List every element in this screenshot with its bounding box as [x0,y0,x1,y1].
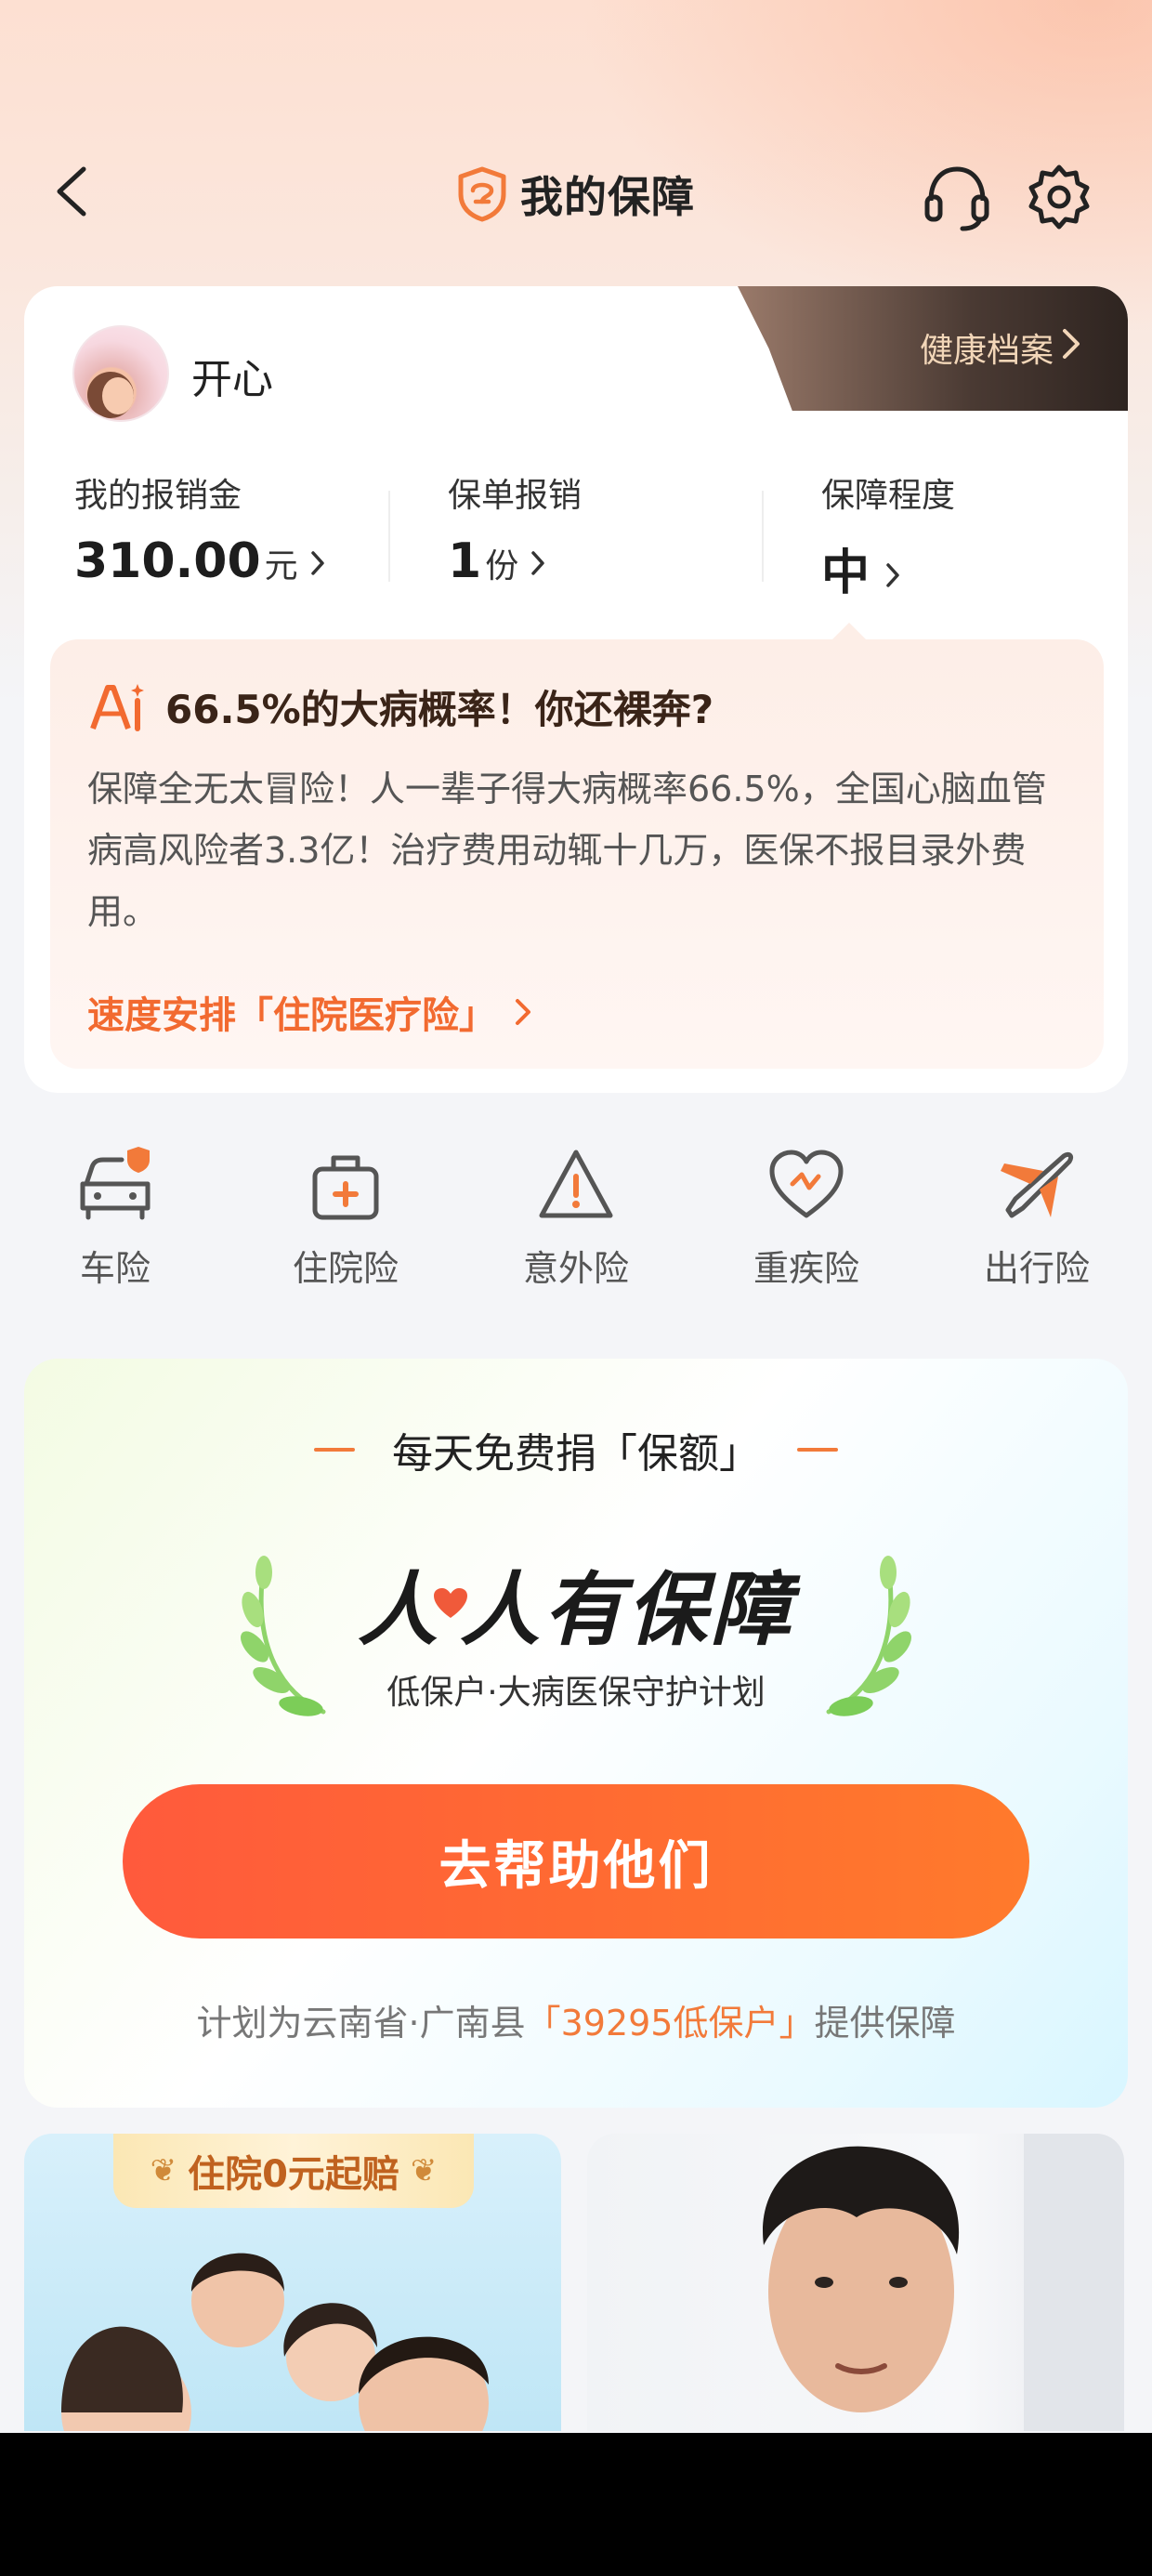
protection-summary-card: 健康档案 开心 我的报销金 310.00 元 保单报销 1 份 保障程度 中 6… [24,286,1128,1093]
category-label: 重疾险 [753,1248,859,1289]
button-label: 去帮助他们 [439,1835,713,1897]
username: 开心 [191,356,273,403]
footer-text: 提供保障 [814,2003,956,2044]
brand-text: 人有保障 [460,1564,794,1657]
stat-policies[interactable]: 保单报销 1 份 [448,468,801,589]
category-travel[interactable]: 出行险 [944,1143,1130,1310]
category-critical-illness[interactable]: 重疾险 [713,1143,899,1310]
stat-value: 中 [821,545,871,601]
chevron-right-icon [886,563,899,587]
tab-notch [747,411,1128,448]
brand-logo: 人 人有保障 [24,1544,1128,1661]
divider [762,491,764,582]
stat-label: 保障程度 [821,477,956,515]
category-label: 出行险 [983,1248,1090,1289]
chevron-right-icon [516,999,530,1025]
avatar[interactable] [72,325,169,422]
video-promo-card[interactable] [587,2134,1124,2431]
divider [388,491,390,582]
hospital-insurance-link[interactable]: 速度安排「住院医疗险」 [87,985,533,1039]
category-label: 住院险 [292,1248,399,1289]
help-them-button[interactable]: 去帮助他们 [123,1784,1029,1939]
donation-footer: 计划为云南省·广南县「39295低保户」提供保障 [24,1994,1128,2045]
page-title: 我的保障 [520,172,695,222]
ai-tip-title: 66.5%的大病概率！你还裸奔? [165,687,714,732]
settings-button[interactable] [1024,162,1094,232]
warning-icon [539,1150,613,1218]
shield-icon [458,166,506,222]
ai-tip-box[interactable]: 66.5%的大病概率！你还裸奔? 保障全无太冒险！人一辈子得大病概率66.5%，… [50,639,1104,1069]
health-record-label[interactable]: 健康档案 [920,323,1054,372]
plane-icon [1001,1151,1074,1218]
donation-heading: 每天免费捐「保额」 [392,1430,760,1478]
donation-card: 每天免费捐「保额」 人 人有保障 低保户·大病医保守护计划 去帮助他们 计划为云… [24,1359,1128,2108]
stat-unit: 元 [264,547,298,585]
divider [314,1448,355,1452]
insurance-categories: 车险 住院险 意外险 重疾险 出行险 [0,1143,1152,1310]
stat-label: 我的报销金 [74,477,242,515]
category-hospital[interactable]: 住院险 [253,1143,439,1310]
footer-highlight: 「39295低保户」 [525,2003,815,2044]
stat-reimbursement[interactable]: 我的报销金 310.00 元 [74,468,427,589]
customer-service-button[interactable] [922,162,992,232]
gear-icon [1028,164,1090,230]
chevron-right-icon [310,551,324,575]
chevron-right-icon [531,551,544,575]
stat-protection-level[interactable]: 保障程度 中 [821,468,1128,601]
donation-heading-row: 每天免费捐「保额」 [24,1420,1128,1479]
category-car[interactable]: 车险 [22,1143,208,1310]
divider [797,1448,838,1452]
nav-bar: 我的保障 [0,139,1152,251]
category-label: 意外险 [522,1248,629,1289]
brand-text: 人 [358,1564,441,1657]
heart-pulse-icon [769,1150,844,1218]
stat-unit: 份 [485,547,519,585]
stat-value: 310.00 [74,533,261,589]
ai-icon [90,684,144,731]
headset-icon [924,166,989,231]
car-icon [80,1147,151,1220]
tip-caret [831,623,868,641]
brand-subtitle: 低保户·大病医保守护计划 [386,1674,766,1712]
stat-value: 1 [448,533,482,589]
medical-kit-icon [312,1155,379,1220]
family-photo [61,2253,489,2431]
stat-label: 保单报销 [448,477,583,515]
chevron-right-icon [1063,329,1080,359]
category-accident[interactable]: 意外险 [483,1143,669,1310]
ai-tip-body: 保障全无太冒险！人一辈子得大病概率66.5%，全国心脑血管病高风险者3.3亿！治… [87,769,1047,932]
hospital-promo-card[interactable]: ❦ 住院0元起赔 ❦ [24,2134,561,2431]
system-navigation-bar [0,2433,1152,2576]
link-text: 速度安排「住院医疗险」 [87,994,496,1037]
category-label: 车险 [79,1248,151,1289]
stats-row: 我的报销金 310.00 元 保单报销 1 份 保障程度 中 [24,468,1128,601]
presenter-photo [763,2134,1124,2431]
footer-text: 计划为云南省·广南县 [196,2003,526,2044]
